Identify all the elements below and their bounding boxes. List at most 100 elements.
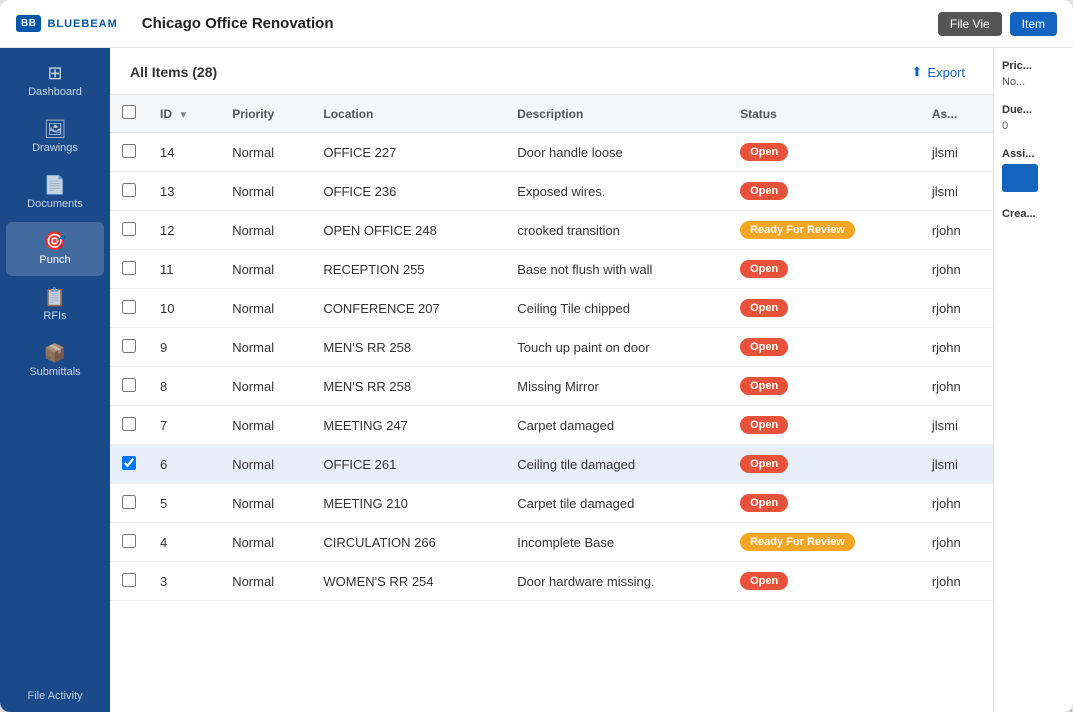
status-badge: Open (740, 377, 788, 395)
table-row[interactable]: 14 Normal OFFICE 227 Door handle loose O… (110, 133, 993, 172)
table-row[interactable]: 11 Normal RECEPTION 255 Base not flush w… (110, 250, 993, 289)
row-priority: Normal (220, 211, 311, 250)
due-date-label: Due... (1002, 104, 1065, 116)
row-checkbox[interactable] (122, 222, 136, 236)
table-row[interactable]: 12 Normal OPEN OFFICE 248 crooked transi… (110, 211, 993, 250)
row-description: Ceiling tile damaged (505, 445, 728, 484)
table-row[interactable]: 3 Normal WOMEN'S RR 254 Door hardware mi… (110, 562, 993, 601)
dashboard-icon: ⊞ (47, 64, 62, 82)
row-location: CONFERENCE 207 (311, 289, 505, 328)
table-row[interactable]: 10 Normal CONFERENCE 207 Ceiling Tile ch… (110, 289, 993, 328)
row-status: Ready For Review (728, 523, 920, 562)
row-assigned: jlsmi (920, 133, 993, 172)
sidebar-item-rfis[interactable]: 📋 RFIs (6, 278, 104, 332)
export-button[interactable]: ⬆ Export (904, 60, 973, 84)
sidebar-item-punch[interactable]: 🎯 Punch (6, 222, 104, 276)
punch-icon: 🎯 (44, 232, 66, 250)
status-badge: Open (740, 572, 788, 590)
row-checkbox[interactable] (122, 339, 136, 353)
row-checkbox-cell (110, 523, 148, 562)
row-checkbox-cell (110, 172, 148, 211)
sidebar-label-documents: Documents (27, 198, 83, 210)
row-assigned: rjohn (920, 523, 993, 562)
due-date-section: Due... 0 (1002, 104, 1065, 132)
row-status: Ready For Review (728, 211, 920, 250)
row-status: Open (728, 328, 920, 367)
row-checkbox[interactable] (122, 495, 136, 509)
table-row[interactable]: 5 Normal MEETING 210 Carpet tile damaged… (110, 484, 993, 523)
sidebar-label-submittals: Submittals (29, 366, 80, 378)
rfis-icon: 📋 (44, 288, 66, 306)
row-checkbox[interactable] (122, 261, 136, 275)
file-activity-link[interactable]: File Activity (0, 680, 110, 712)
assigned-section: Assi... (1002, 148, 1065, 192)
header-id[interactable]: ID ▼ (148, 95, 220, 133)
row-status: Open (728, 133, 920, 172)
row-checkbox-cell (110, 250, 148, 289)
sidebar-item-submittals[interactable]: 📦 Submittals (6, 334, 104, 388)
header-status: Status (728, 95, 920, 133)
row-description: Ceiling Tile chipped (505, 289, 728, 328)
due-date-value: 0 (1002, 120, 1065, 132)
row-location: MEN'S RR 258 (311, 367, 505, 406)
row-checkbox[interactable] (122, 183, 136, 197)
row-checkbox[interactable] (122, 378, 136, 392)
row-description: Incomplete Base (505, 523, 728, 562)
table-row[interactable]: 6 Normal OFFICE 261 Ceiling tile damaged… (110, 445, 993, 484)
status-badge: Ready For Review (740, 221, 855, 239)
row-description: Door hardware missing. (505, 562, 728, 601)
table-row[interactable]: 8 Normal MEN'S RR 258 Missing Mirror Ope… (110, 367, 993, 406)
row-description: Missing Mirror (505, 367, 728, 406)
content-header: All Items (28) ⬆ Export (110, 48, 993, 95)
row-description: Door handle loose (505, 133, 728, 172)
row-checkbox[interactable] (122, 417, 136, 431)
status-badge: Open (740, 455, 788, 473)
row-checkbox-cell (110, 484, 148, 523)
logo-icon: BB (16, 15, 41, 32)
row-location: MEETING 247 (311, 406, 505, 445)
row-priority: Normal (220, 406, 311, 445)
row-status: Open (728, 172, 920, 211)
row-status: Open (728, 289, 920, 328)
table-header: ID ▼ Priority Location Description Statu… (110, 95, 993, 133)
row-checkbox[interactable] (122, 456, 136, 470)
content-title: All Items (28) (130, 64, 217, 80)
drawings-icon: 🖼 (44, 120, 67, 138)
sidebar-item-drawings[interactable]: 🖼 Drawings (6, 110, 104, 164)
row-assigned: rjohn (920, 211, 993, 250)
price-value: No... (1002, 76, 1065, 88)
sidebar-item-dashboard[interactable]: ⊞ Dashboard (6, 54, 104, 108)
table-row[interactable]: 7 Normal MEETING 247 Carpet damaged Open… (110, 406, 993, 445)
row-checkbox-cell (110, 211, 148, 250)
row-id: 8 (148, 367, 220, 406)
documents-icon: 📄 (44, 176, 66, 194)
row-priority: Normal (220, 328, 311, 367)
row-location: RECEPTION 255 (311, 250, 505, 289)
row-checkbox[interactable] (122, 534, 136, 548)
row-status: Open (728, 445, 920, 484)
row-checkbox[interactable] (122, 144, 136, 158)
row-priority: Normal (220, 250, 311, 289)
row-description: Touch up paint on door (505, 328, 728, 367)
created-section: Crea... (1002, 208, 1065, 220)
created-label: Crea... (1002, 208, 1065, 220)
row-assigned: rjohn (920, 289, 993, 328)
sidebar-item-documents[interactable]: 📄 Documents (6, 166, 104, 220)
select-all-checkbox[interactable] (122, 105, 136, 119)
status-badge: Open (740, 299, 788, 317)
row-checkbox[interactable] (122, 573, 136, 587)
row-assigned: jlsmi (920, 406, 993, 445)
header-assigned: As... (920, 95, 993, 133)
table-row[interactable]: 9 Normal MEN'S RR 258 Touch up paint on … (110, 328, 993, 367)
row-id: 6 (148, 445, 220, 484)
row-priority: Normal (220, 133, 311, 172)
row-id: 3 (148, 562, 220, 601)
row-id: 11 (148, 250, 220, 289)
table-row[interactable]: 13 Normal OFFICE 236 Exposed wires. Open… (110, 172, 993, 211)
row-location: CIRCULATION 266 (311, 523, 505, 562)
table-row[interactable]: 4 Normal CIRCULATION 266 Incomplete Base… (110, 523, 993, 562)
item-button[interactable]: Item (1010, 12, 1057, 36)
row-checkbox[interactable] (122, 300, 136, 314)
file-view-button[interactable]: File Vie (938, 12, 1002, 36)
items-table-container[interactable]: ID ▼ Priority Location Description Statu… (110, 95, 993, 712)
